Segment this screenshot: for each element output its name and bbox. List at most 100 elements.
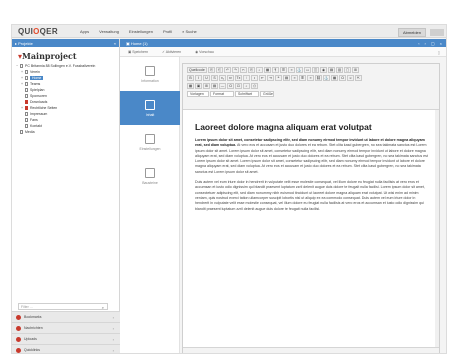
toolbar-button-icon[interactable]: ⁝ [243,75,250,81]
menu-item-suche-label: Suche [185,29,197,34]
project-panel-title: ▸ Projekte [15,40,33,46]
toolbar-button-icon[interactable]: ≣ [299,75,306,81]
category-tab[interactable]: Information [120,57,180,91]
prev-icon[interactable]: ‹ [418,41,419,46]
toolbar-button-icon[interactable]: ≡ [291,75,298,81]
toolbar-button-icon[interactable]: ▥ [336,67,343,73]
quiqqer-logo[interactable]: QUIOQER [18,27,58,36]
wysiwyg-editor: Quellcode ⎘ ⎗ ↶ ↷ ✂ ⎘ ⌕ ▦ ¶ ☰ ≡ ⚓ ▭ ◫ ◉ ▤ ▥ ▢ ⊞ B I U Sx₂ x² Tx ⁝ •… [182,63,440,353]
toolbar-button-icon[interactable]: ▣ [195,83,202,89]
delete-icon[interactable]: ▯ [438,50,440,55]
menu-item-profil[interactable]: Profil [163,29,172,34]
toolbar-button-icon[interactable]: ◫ [312,67,319,73]
category-icon [145,133,155,144]
editor-scrollbar[interactable] [435,110,439,348]
toolbar-button-icon[interactable]: ⇤ [259,75,266,81]
toolbar-button-icon[interactable]: ↷ [232,67,239,73]
toolbar-button-icon[interactable]: ⚓ [296,67,303,73]
category-tab[interactable]: Inhalt [120,91,180,125]
toolbar-button-icon[interactable]: ❝ [275,75,282,81]
toolbar-button-icon[interactable]: ⊞ [203,83,210,89]
logout-button[interactable]: Abmelden [397,28,426,37]
toolbar-button-icon[interactable]: S [211,75,218,81]
menu-item-einstellungen[interactable]: Einstellungen [129,29,153,34]
accordion-item[interactable]: Nachrichten › [12,322,120,333]
next-icon[interactable]: › [425,41,426,46]
maximize-icon[interactable]: ▢ [431,41,435,46]
toolbar-button-icon[interactable]: ◉ [320,67,327,73]
site-window-title-label: Home (1) [130,40,148,46]
category-icon [145,99,155,110]
toolbar-button-icon[interactable]: Ω [227,83,234,89]
toolbar-button-icon[interactable]: ☰ [280,67,287,73]
toolbar-button-icon[interactable]: ⇱ [355,75,362,81]
toolbar-button-icon[interactable]: ⇥ [267,75,274,81]
toolbar-button-icon[interactable]: ¶ [272,67,279,73]
editor-content[interactable]: Laoreet dolore magna aliquam erat volutp… [183,110,439,212]
page-icon [25,94,28,98]
accordion-item[interactable]: Quicklinks › [12,344,120,353]
page-icon [25,118,28,122]
save-button[interactable]: ▣ Speichern [128,50,148,54]
toolbar-button-icon[interactable]: ▭ [304,67,311,73]
toolbar-button-icon[interactable]: ▦ [331,75,338,81]
menu-item-verwaltung[interactable]: Verwaltung [99,29,119,34]
accordion-item[interactable]: Bookmarks › [12,311,120,322]
activate-button-label: Aktivieren [165,49,182,54]
toolbar-button-icon[interactable]: ⎗ [216,67,223,73]
menu-item-suche[interactable]: ⌕ Suche [182,29,197,34]
toolbar-button-icon[interactable]: — [219,83,226,89]
toolbar-select[interactable]: Format [210,91,234,97]
toolbar-button-icon[interactable]: ☺ [347,75,354,81]
chevron-right-icon: › [112,326,114,331]
toolbar-button-icon[interactable]: ↶ [224,67,231,73]
category-tab[interactable]: Bausteine [120,159,180,193]
toolbar-button-icon[interactable]: ⊡ [235,83,242,89]
toolbar-button-icon[interactable]: U [203,75,210,81]
toolbar-button-icon[interactable]: ▦ [264,67,271,73]
toolbar-button-icon[interactable]: ⎙ [251,83,258,89]
toolbar-button-icon[interactable]: ✂ [240,67,247,73]
site-tree: − PC Britannia 88 Sollingen e.V. Fussball… [16,63,116,135]
toolbar-button-icon[interactable]: ⛓ [315,75,322,81]
toolbar-button-icon[interactable]: ≡ [288,67,295,73]
language-flag-icon[interactable] [430,29,444,36]
toolbar-button-icon[interactable]: ⊞ [352,67,359,73]
site-filter-input[interactable]: Filter ... ⌕ [18,303,108,310]
toolbar-button-icon[interactable]: ⎘ [208,67,215,73]
toolbar-button-icon[interactable]: ⌕ [243,83,250,89]
close-icon[interactable]: × [440,41,442,46]
toolbar-button-icon[interactable]: Tx [235,75,242,81]
toolbar-button-icon[interactable]: ▤ [283,75,290,81]
toolbar-button-icon[interactable]: ⚓ [323,75,330,81]
toolbar-button-icon[interactable]: x₂ [219,75,226,81]
toolbar-button-icon[interactable]: ▤ [328,67,335,73]
activate-button[interactable]: ✓ Aktivieren [162,50,181,54]
source-button[interactable]: Quellcode [187,67,207,73]
search-icon[interactable]: ⌕ [102,305,104,310]
toolbar-button-icon[interactable]: • [251,75,258,81]
preview-button[interactable]: ◉ Vorschau [195,50,214,54]
toolbar-button-icon[interactable]: ▦ [187,83,194,89]
toolbar-button-icon[interactable]: ⎘ [248,67,255,73]
toolbar-select[interactable]: Vorlagen [187,91,209,97]
site-tree-item-label: Impressum [30,112,48,116]
toolbar-button-icon[interactable]: x² [227,75,234,81]
toolbar-button-icon[interactable]: ≡ [307,75,314,81]
toolbar-select[interactable]: Schriftart [235,91,259,97]
toolbar-select[interactable]: Größe [260,91,274,97]
toolbar-button-icon[interactable]: ⌕ [256,67,263,73]
toolbar-button-icon[interactable]: ▤ [211,83,218,89]
content-paragraph-1: Lorem ipsum dolor sit amet, consetetur s… [195,138,429,175]
accordion-dot-icon [16,314,21,320]
menu-item-apps[interactable]: Apps [80,29,89,34]
category-tab[interactable]: Einstellungen [120,125,180,159]
top-menu-bar: QUIOQER Apps Verwaltung Einstellungen Pr… [12,25,446,38]
panel-collapse-icon[interactable]: « [114,41,116,46]
accordion-item[interactable]: Uploads › [12,333,120,344]
site-tree-item[interactable]: Media [16,129,116,135]
toolbar-button-icon[interactable]: Ω [339,75,346,81]
toolbar-button-icon[interactable]: I [195,75,202,81]
toolbar-button-icon[interactable]: B [187,75,194,81]
toolbar-button-icon[interactable]: ▢ [344,67,351,73]
